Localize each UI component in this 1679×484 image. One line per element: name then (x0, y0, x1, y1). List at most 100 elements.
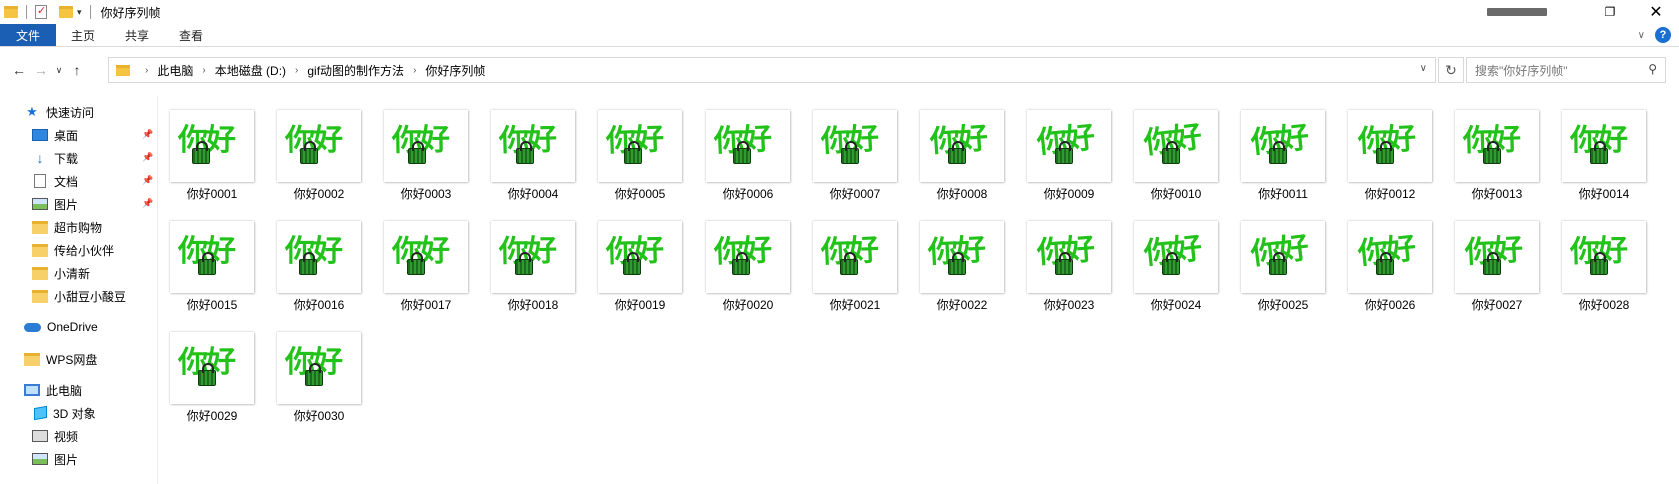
file-item[interactable]: 你好你好0010 (1132, 108, 1220, 208)
file-thumbnail: 你好 (598, 110, 682, 182)
new-folder-icon[interactable] (59, 6, 73, 18)
customize-toolbar-icon[interactable]: ▾ (77, 7, 82, 18)
sidebar-item-label: 视频 (54, 429, 79, 444)
breadcrumb-gif-folder[interactable]: gif动图的制作方法 (307, 62, 404, 79)
pin-icon[interactable]: 📌 (142, 175, 153, 186)
file-item[interactable]: 你好 你好0016 (275, 219, 363, 319)
sidebar-item-desktop[interactable]: 桌面 (32, 124, 78, 146)
file-item[interactable]: 你好你好0011 (1239, 108, 1327, 208)
sidebar-item-this-pc[interactable]: 此电脑 (24, 379, 82, 401)
file-item[interactable]: 你好 你好0001 (168, 108, 256, 208)
file-item[interactable]: 你好你好0009 (1025, 108, 1113, 208)
file-item[interactable]: 你好你好0005 (596, 108, 684, 208)
cloud-icon (24, 322, 41, 332)
lock-icon (1162, 252, 1180, 275)
help-icon[interactable]: ? (1655, 27, 1671, 43)
restore-icon[interactable]: ❐ (1587, 5, 1633, 19)
minimize-icon[interactable] (1487, 8, 1547, 16)
sidebar-item-documents[interactable]: 文档 (32, 170, 78, 192)
file-item[interactable]: 你好你好0020 (704, 219, 792, 319)
search-placeholder: 搜索"你好序列帧" (1475, 63, 1568, 78)
sidebar-item-downloads[interactable]: ↓ 下载 (32, 147, 79, 169)
pin-icon[interactable]: 📌 (142, 152, 153, 163)
file-item[interactable]: 你好你好0024 (1132, 219, 1220, 319)
refresh-icon[interactable]: ↻ (1438, 57, 1464, 83)
sidebar-item-label: 此电脑 (46, 383, 83, 398)
breadcrumb-disk-d[interactable]: 本地磁盘 (D:) (215, 62, 286, 79)
sidebar-item-label: 3D 对象 (53, 406, 96, 421)
sidebar-item-share-friends[interactable]: 传给小伙伴 (32, 239, 114, 261)
chevron-right-icon[interactable]: › (413, 65, 416, 76)
file-thumbnail: 你好 (1027, 221, 1111, 293)
file-thumbnail: 你好 (1241, 110, 1325, 182)
search-icon[interactable]: ⚲ (1648, 62, 1657, 76)
pin-icon[interactable]: 📌 (142, 198, 153, 209)
file-item[interactable]: 你好你好0030 (275, 330, 363, 430)
tab-file[interactable]: 文件 (0, 24, 57, 46)
file-item[interactable]: 你好你好0008 (918, 108, 1006, 208)
sidebar-item-3d-objects[interactable]: 3D 对象 (32, 402, 96, 424)
file-item[interactable]: 你好 你好0017 (382, 219, 470, 319)
forward-arrow-icon[interactable]: → (30, 62, 52, 78)
file-item[interactable]: 你好你好0015 (168, 219, 256, 319)
file-item[interactable]: 你好你好0019 (596, 219, 684, 319)
close-icon[interactable]: ✕ (1633, 2, 1679, 22)
file-item[interactable]: 你好你好0027 (1453, 219, 1541, 319)
file-item[interactable]: 你好你好0029 (168, 330, 256, 430)
video-icon (32, 430, 48, 442)
file-thumbnail: 你好 (170, 332, 254, 404)
file-item[interactable]: 你好你好0006 (704, 108, 792, 208)
sidebar-item-label: 超市购物 (54, 220, 103, 235)
tab-share[interactable]: 共享 (110, 24, 164, 46)
lock-icon (948, 141, 966, 164)
ribbon-tabs: 文件 主页 共享 查看 ∨ ? (0, 24, 1679, 47)
file-thumbnail: 你好 (706, 110, 790, 182)
sidebar-item-supermarket[interactable]: 超市购物 (32, 216, 102, 238)
lock-icon (1162, 141, 1180, 164)
lock-icon (1376, 252, 1394, 275)
back-arrow-icon[interactable]: ← (8, 62, 30, 78)
file-item[interactable]: 你好你好0025 (1239, 219, 1327, 319)
file-item[interactable]: 你好你好0022 (918, 219, 1006, 319)
tab-home[interactable]: 主页 (56, 24, 110, 46)
up-arrow-icon[interactable]: ↑ (66, 62, 88, 78)
breadcrumb-this-pc[interactable]: 此电脑 (157, 62, 193, 79)
chevron-right-icon[interactable]: › (202, 65, 205, 76)
star-icon: ★ (26, 104, 38, 119)
properties-icon[interactable] (35, 4, 47, 19)
sidebar-item-pictures[interactable]: 图片 (32, 193, 78, 215)
chevron-right-icon[interactable]: › (145, 65, 148, 76)
sidebar-item-onedrive[interactable]: OneDrive (24, 316, 98, 338)
chevron-right-icon[interactable]: › (295, 65, 298, 76)
pictures-icon (32, 198, 48, 210)
file-item[interactable]: 你好你好0028 (1560, 219, 1648, 319)
sidebar-item-videos[interactable]: 视频 (32, 425, 78, 447)
chevron-down-icon[interactable]: ∨ (1420, 63, 1427, 74)
search-input[interactable]: 搜索"你好序列帧" ⚲ (1466, 57, 1666, 83)
file-item[interactable]: 你好你好0014 (1560, 108, 1648, 208)
file-item[interactable]: 你好你好0013 (1453, 108, 1541, 208)
file-item[interactable]: 你好你好0023 (1025, 219, 1113, 319)
sidebar-item-pictures-pc[interactable]: 图片 (32, 448, 78, 470)
lock-icon (1269, 141, 1287, 164)
file-item[interactable]: 你好你好0007 (811, 108, 899, 208)
file-thumbnail: 你好 (598, 221, 682, 293)
sidebar-item-sweet-sour[interactable]: 小甜豆小酸豆 (32, 285, 126, 307)
file-item[interactable]: 你好你好0004 (489, 108, 577, 208)
expand-ribbon-icon[interactable]: ∨ (1638, 30, 1645, 41)
sidebar-item-wps-drive[interactable]: WPS网盘 (24, 348, 97, 370)
file-item[interactable]: 你好 你好0002 (275, 108, 363, 208)
file-item[interactable]: 你好你好0021 (811, 219, 899, 319)
file-item[interactable]: 你好你好0003 (382, 108, 470, 208)
sidebar-item-fresh[interactable]: 小清新 (32, 262, 90, 284)
sidebar-item-quick-access[interactable]: ★ 快速访问 (24, 101, 94, 123)
tab-view[interactable]: 查看 (164, 24, 218, 46)
pin-icon[interactable]: 📌 (142, 129, 153, 140)
file-item[interactable]: 你好你好0018 (489, 219, 577, 319)
recent-locations-icon[interactable]: ∨ (52, 65, 66, 76)
breadcrumb-current[interactable]: 你好序列帧 (425, 62, 485, 79)
address-bar[interactable]: › 此电脑 › 本地磁盘 (D:) › gif动图的制作方法 › 你好序列帧 ∨ (108, 57, 1436, 83)
file-item[interactable]: 你好你好0026 (1346, 219, 1434, 319)
title-bar: ▾ 你好序列帧 ❐ ✕ (0, 0, 1679, 24)
file-item[interactable]: 你好你好0012 (1346, 108, 1434, 208)
